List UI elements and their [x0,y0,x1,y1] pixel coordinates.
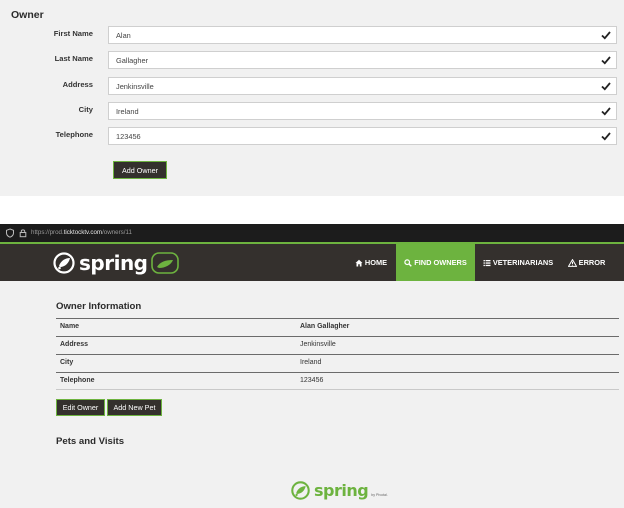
first-name-field[interactable]: Alan [108,26,617,44]
petclinic-pets-icon [150,252,179,274]
form-title: Owner [11,9,44,21]
last-name-label: Last Name [54,54,93,63]
row-value: Ireland [300,359,322,366]
nav-home[interactable]: HOME [351,244,391,281]
city-value: Ireland [116,106,139,116]
url-text[interactable]: https://prod.ticktocktv.com/owners/11 [31,229,132,236]
edit-owner-button[interactable]: Edit Owner [56,399,105,416]
table-row: Telephone 123456 [56,372,619,390]
telephone-row: Telephone 123456 [0,127,624,145]
logo-text: spring [79,251,148,275]
row-label: Address [60,341,89,348]
row-value: 123456 [300,377,324,384]
first-name-row: First Name Alan [0,26,624,44]
nav-veterinarians[interactable]: VETERINARIANS [479,244,557,281]
search-icon [404,258,413,267]
row-value: Jenkinsville [300,341,336,348]
nav-find-owners-label: FIND OWNERS [414,258,467,267]
list-icon [483,259,491,266]
owner-details-page [0,281,624,508]
table-row: Name Alan Gallagher [56,318,619,336]
check-icon [601,56,611,65]
last-name-row: Last Name Gallagher [0,51,624,69]
footer-by-text: by Pivotal. [371,492,388,497]
city-field[interactable]: Ireland [108,102,617,120]
add-owner-form: Owner First Name Alan Last Name Gallaghe… [0,0,624,196]
footer-logo-text: spring [314,481,369,500]
url-host: ticktocktv.com [63,229,103,236]
first-name-label: First Name [53,29,93,38]
url-path: /owners/11 [102,229,132,236]
navbar: spring HOME FIND OWNERS VETERINARIANS ER… [0,244,624,281]
telephone-label: Telephone [55,130,93,139]
row-value: Alan Gallagher [300,323,350,330]
city-row: City Ireland [0,102,624,120]
check-icon [601,31,611,40]
browser-address-bar: https://prod.ticktocktv.com/owners/11 [0,224,624,242]
nav-error-label: ERROR [578,258,606,267]
check-icon [601,107,611,116]
address-row: Address Jenkinsville [0,77,624,95]
telephone-field[interactable]: 123456 [108,127,617,145]
table-row: City Ireland [56,354,619,372]
last-name-value: Gallagher [116,55,149,65]
add-owner-button[interactable]: Add Owner [113,161,167,179]
table-row: Address Jenkinsville [56,336,619,354]
check-icon [601,82,611,91]
home-icon [355,259,363,266]
city-label: City [78,105,93,114]
last-name-field[interactable]: Gallagher [108,51,617,69]
pets-and-visits-heading: Pets and Visits [56,436,125,447]
first-name-value: Alan [116,30,131,40]
row-label: Name [60,323,80,330]
owner-information-heading: Owner Information [56,301,142,312]
address-value: Jenkinsville [116,81,154,91]
row-label: City [60,359,74,366]
check-icon [601,132,611,141]
nav-home-label: HOME [364,258,388,267]
lock-icon [19,229,27,238]
spring-logo[interactable]: spring [53,249,179,277]
owner-info-table: Name Alan Gallagher Address Jenkinsville… [56,318,619,390]
nav-error[interactable]: ERROR [563,244,610,281]
warning-icon [567,258,577,267]
url-prefix: https://prod. [31,229,64,236]
shield-icon [6,228,14,238]
spring-leaf-icon [53,252,75,274]
spring-leaf-icon [291,481,310,500]
address-field[interactable]: Jenkinsville [108,77,617,95]
nav-find-owners[interactable]: FIND OWNERS [396,244,475,281]
address-label: Address [62,80,93,89]
add-new-pet-button[interactable]: Add New Pet [107,399,162,416]
telephone-value: 123456 [116,131,141,141]
row-label: Telephone [60,377,95,384]
footer-spring-logo: spring by Pivotal. [291,481,388,500]
nav-veterinarians-label: VETERINARIANS [492,258,554,267]
